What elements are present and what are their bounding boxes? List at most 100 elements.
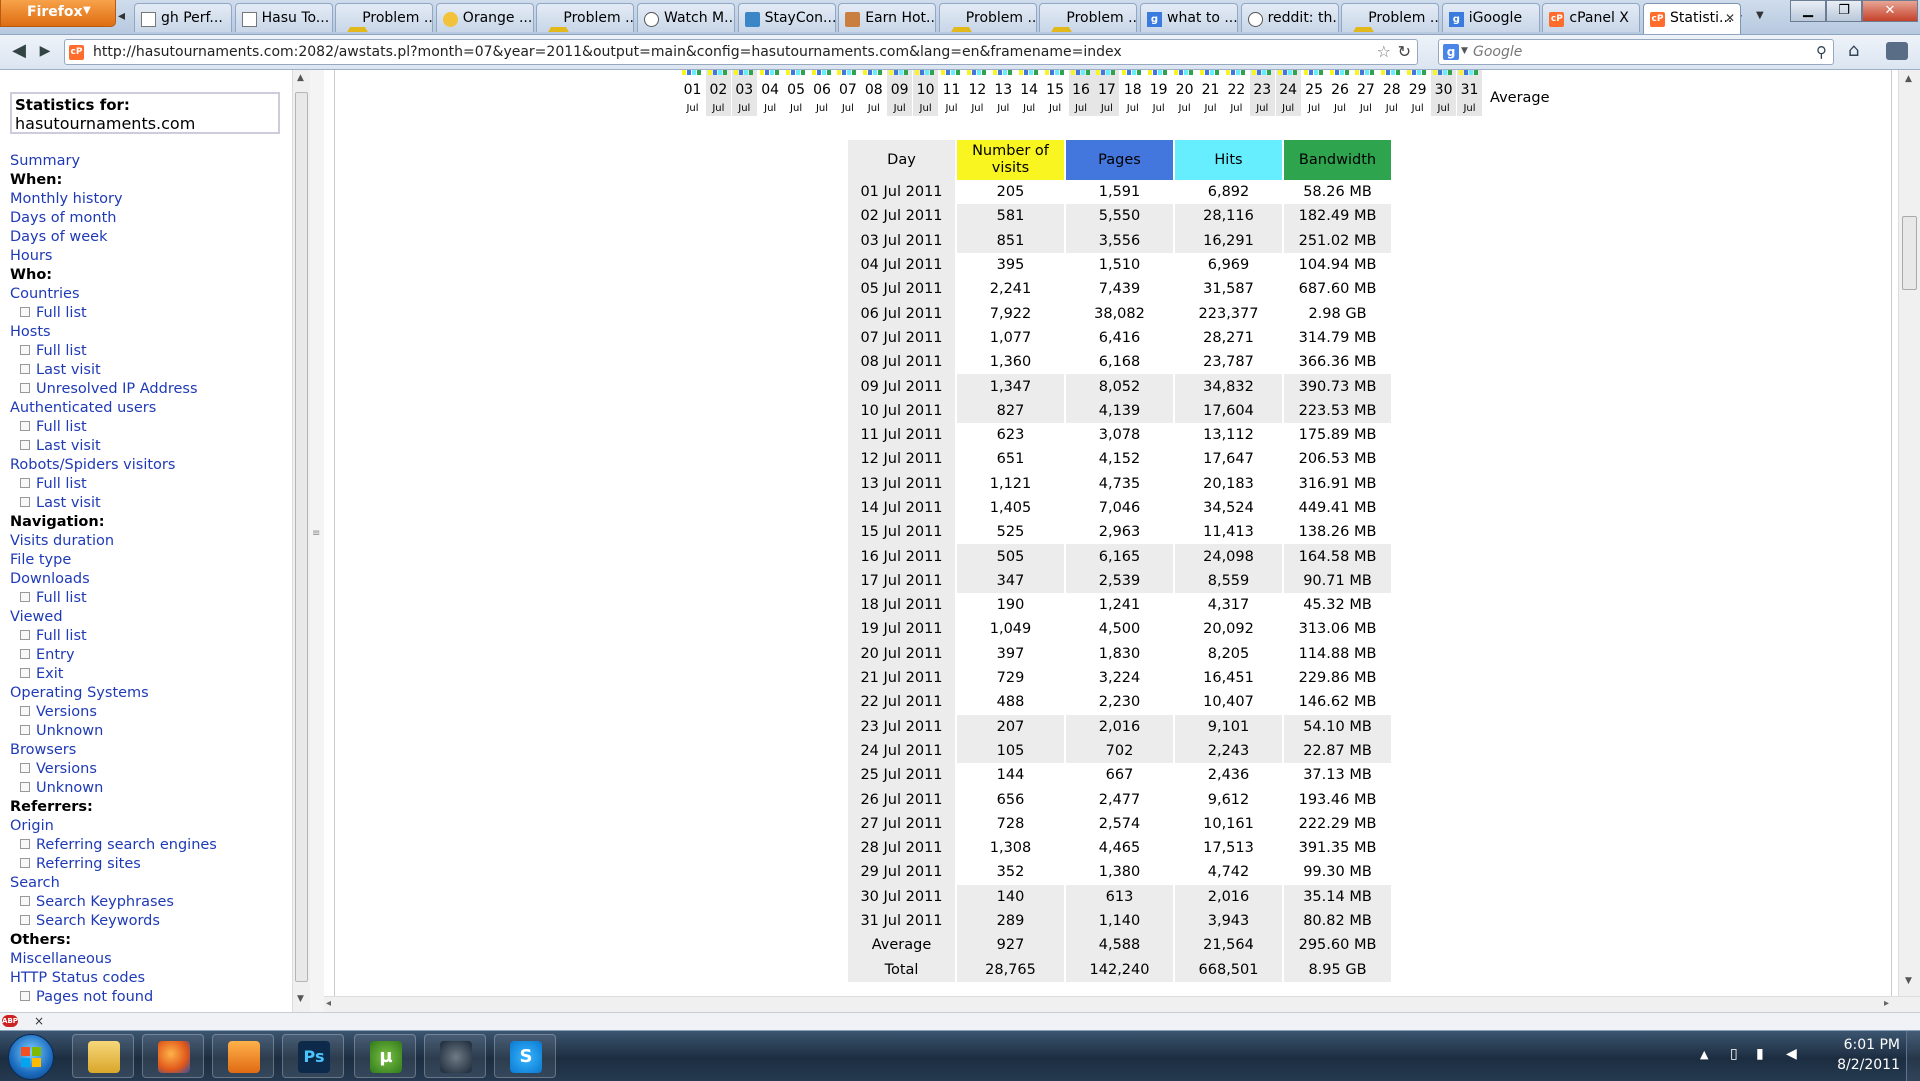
splitter-grip-icon[interactable]: ≡ — [312, 528, 320, 539]
tab[interactable]: g iGoogle — [1441, 3, 1540, 32]
scroll-right-icon[interactable]: ▸ — [1884, 998, 1889, 1009]
menu-sublink[interactable]: Search Keywords — [10, 912, 290, 931]
menu-sublink[interactable]: Unknown — [10, 722, 290, 741]
device-icon[interactable]: ▯ — [1730, 1046, 1738, 1062]
taskbar-explorer-button[interactable] — [72, 1034, 134, 1078]
taskbar-firefox-button[interactable] — [142, 1034, 204, 1078]
scroll-left-icon[interactable]: ◂ — [326, 998, 331, 1009]
tab[interactable]: StayCon... — [737, 3, 836, 32]
frame-splitter[interactable]: ≡ — [310, 70, 325, 1012]
volume-muted-icon[interactable]: ◀ — [1786, 1046, 1797, 1062]
firefox-menu-button[interactable]: Firefox ▼ — [0, 0, 116, 27]
taskbar-skype-button[interactable]: S — [494, 1034, 556, 1078]
menu-link[interactable]: Origin — [10, 817, 290, 836]
close-window-button[interactable]: ✕ — [1862, 0, 1918, 22]
menu-sublink[interactable]: Unresolved IP Address — [10, 380, 290, 399]
tab[interactable]: gh Perf... — [134, 3, 232, 32]
main-scrollbar[interactable]: ▲ ▼ — [1898, 70, 1920, 996]
scroll-down-icon[interactable]: ▼ — [297, 994, 304, 1004]
menu-sublink[interactable]: Unknown — [10, 779, 290, 798]
close-tab-icon[interactable]: ✕ — [1725, 11, 1735, 25]
menu-link[interactable]: File type — [10, 551, 290, 570]
network-icon[interactable]: ▮ — [1756, 1046, 1764, 1062]
menu-sublink[interactable]: Referring search engines — [10, 836, 290, 855]
menu-sublink[interactable]: Entry — [10, 646, 290, 665]
tab[interactable]: Problem ... — [938, 3, 1037, 32]
tab[interactable]: cP cPanel X — [1542, 3, 1641, 32]
tab[interactable]: Problem ... — [1341, 3, 1440, 32]
reload-icon[interactable]: ↻ — [1398, 42, 1411, 61]
menu-sublink[interactable]: Last visit — [10, 437, 290, 456]
menu-sublink[interactable]: Search Keyphrases — [10, 893, 290, 912]
taskbar-photoshop-button[interactable]: Ps — [282, 1034, 344, 1078]
menu-sublink[interactable]: Versions — [10, 703, 290, 722]
forward-button[interactable]: ▶ — [32, 40, 58, 64]
scroll-up-icon[interactable]: ▲ — [297, 73, 304, 83]
menu-sublink[interactable]: Versions — [10, 760, 290, 779]
clock[interactable]: 6:01 PM 8/2/2011 — [1820, 1035, 1900, 1075]
google-engine-icon[interactable]: g — [1443, 44, 1459, 60]
tab[interactable]: Problem ... — [536, 3, 635, 32]
menu-link[interactable]: Downloads — [10, 570, 290, 589]
list-all-tabs-icon[interactable]: ▼ — [1756, 10, 1764, 21]
address-bar[interactable]: cP http://hasutournaments.com:2082/awsta… — [64, 39, 1418, 65]
menu-link[interactable]: Viewed — [10, 608, 290, 627]
home-icon[interactable]: ⌂ — [1848, 40, 1859, 61]
show-desktop-button[interactable] — [1906, 1031, 1920, 1081]
bookmark-star-icon[interactable]: ☆ — [1377, 42, 1391, 61]
tab-scroll-left-icon[interactable]: ◂ — [118, 8, 125, 24]
taskbar-utorrent-button[interactable]: µ — [354, 1034, 416, 1078]
menu-link[interactable]: HTTP Status codes — [10, 969, 290, 988]
search-box[interactable]: g ▼ Google ⚲ — [1438, 39, 1834, 65]
menu-sublink[interactable]: Last visit — [10, 361, 290, 380]
menu-link[interactable]: Miscellaneous — [10, 950, 290, 969]
menu-sublink[interactable]: Exit — [10, 665, 290, 684]
menu-sublink[interactable]: Pages not found — [10, 988, 290, 1007]
menu-sublink[interactable]: Full list — [10, 418, 290, 437]
scroll-down-icon[interactable]: ▼ — [1905, 976, 1912, 986]
menu-link[interactable]: Operating Systems — [10, 684, 290, 703]
taskbar-steam-button[interactable] — [424, 1034, 486, 1078]
taskbar-media-player-button[interactable] — [212, 1034, 274, 1078]
menu-link[interactable]: Summary — [10, 152, 290, 171]
tab[interactable]: Problem ... — [335, 3, 434, 32]
menu-link[interactable]: Monthly history — [10, 190, 290, 209]
tab[interactable]: reddit: th... — [1240, 3, 1339, 32]
close-addon-bar-icon[interactable]: × — [34, 1014, 44, 1028]
menu-link[interactable]: Hours — [10, 247, 290, 266]
menu-sublink[interactable]: Full list — [10, 304, 290, 323]
minimize-button[interactable]: ▁ — [1790, 0, 1826, 22]
adblock-icon[interactable]: ABP — [2, 1015, 18, 1027]
menu-sublink[interactable]: Full list — [10, 627, 290, 646]
tab[interactable]: g what to ... — [1140, 3, 1238, 32]
menu-sublink[interactable]: Last visit — [10, 494, 290, 513]
tab-active[interactable]: cP Statisti... ✕ — [1643, 3, 1741, 34]
menu-sublink[interactable]: Full list — [10, 475, 290, 494]
menu-link[interactable]: Countries — [10, 285, 290, 304]
engine-dropdown-icon[interactable]: ▼ — [1461, 46, 1468, 56]
menu-link[interactable]: Search — [10, 874, 290, 893]
menu-link[interactable]: Hosts — [10, 323, 290, 342]
tab[interactable]: Watch M... — [637, 3, 735, 32]
tab[interactable]: Hasu To... — [234, 3, 333, 32]
scroll-thumb[interactable] — [295, 92, 308, 982]
scroll-thumb[interactable] — [1902, 216, 1917, 290]
tab[interactable]: Earn Hot... — [838, 3, 937, 32]
search-icon[interactable]: ⚲ — [1816, 43, 1827, 61]
addon-button[interactable] — [1886, 42, 1908, 60]
scroll-up-icon[interactable]: ▲ — [1905, 74, 1912, 84]
menu-scrollbar[interactable]: ▲ ▼ — [292, 70, 311, 1012]
start-button[interactable] — [8, 1034, 54, 1080]
menu-link[interactable]: Browsers — [10, 741, 290, 760]
back-button[interactable]: ◀ — [6, 40, 32, 64]
menu-link[interactable]: Days of month — [10, 209, 290, 228]
menu-link[interactable]: Authenticated users — [10, 399, 290, 418]
maximize-button[interactable]: ❐ — [1826, 0, 1862, 22]
tab[interactable]: Orange ... — [435, 3, 534, 32]
menu-link[interactable]: Visits duration — [10, 532, 290, 551]
menu-link[interactable]: Robots/Spiders visitors — [10, 456, 290, 475]
show-hidden-icons-icon[interactable]: ▲ — [1700, 1048, 1708, 1061]
horizontal-scrollbar[interactable]: ◂ ▸ — [324, 996, 1920, 1013]
menu-sublink[interactable]: Referring sites — [10, 855, 290, 874]
tab[interactable]: Problem ... — [1039, 3, 1138, 32]
